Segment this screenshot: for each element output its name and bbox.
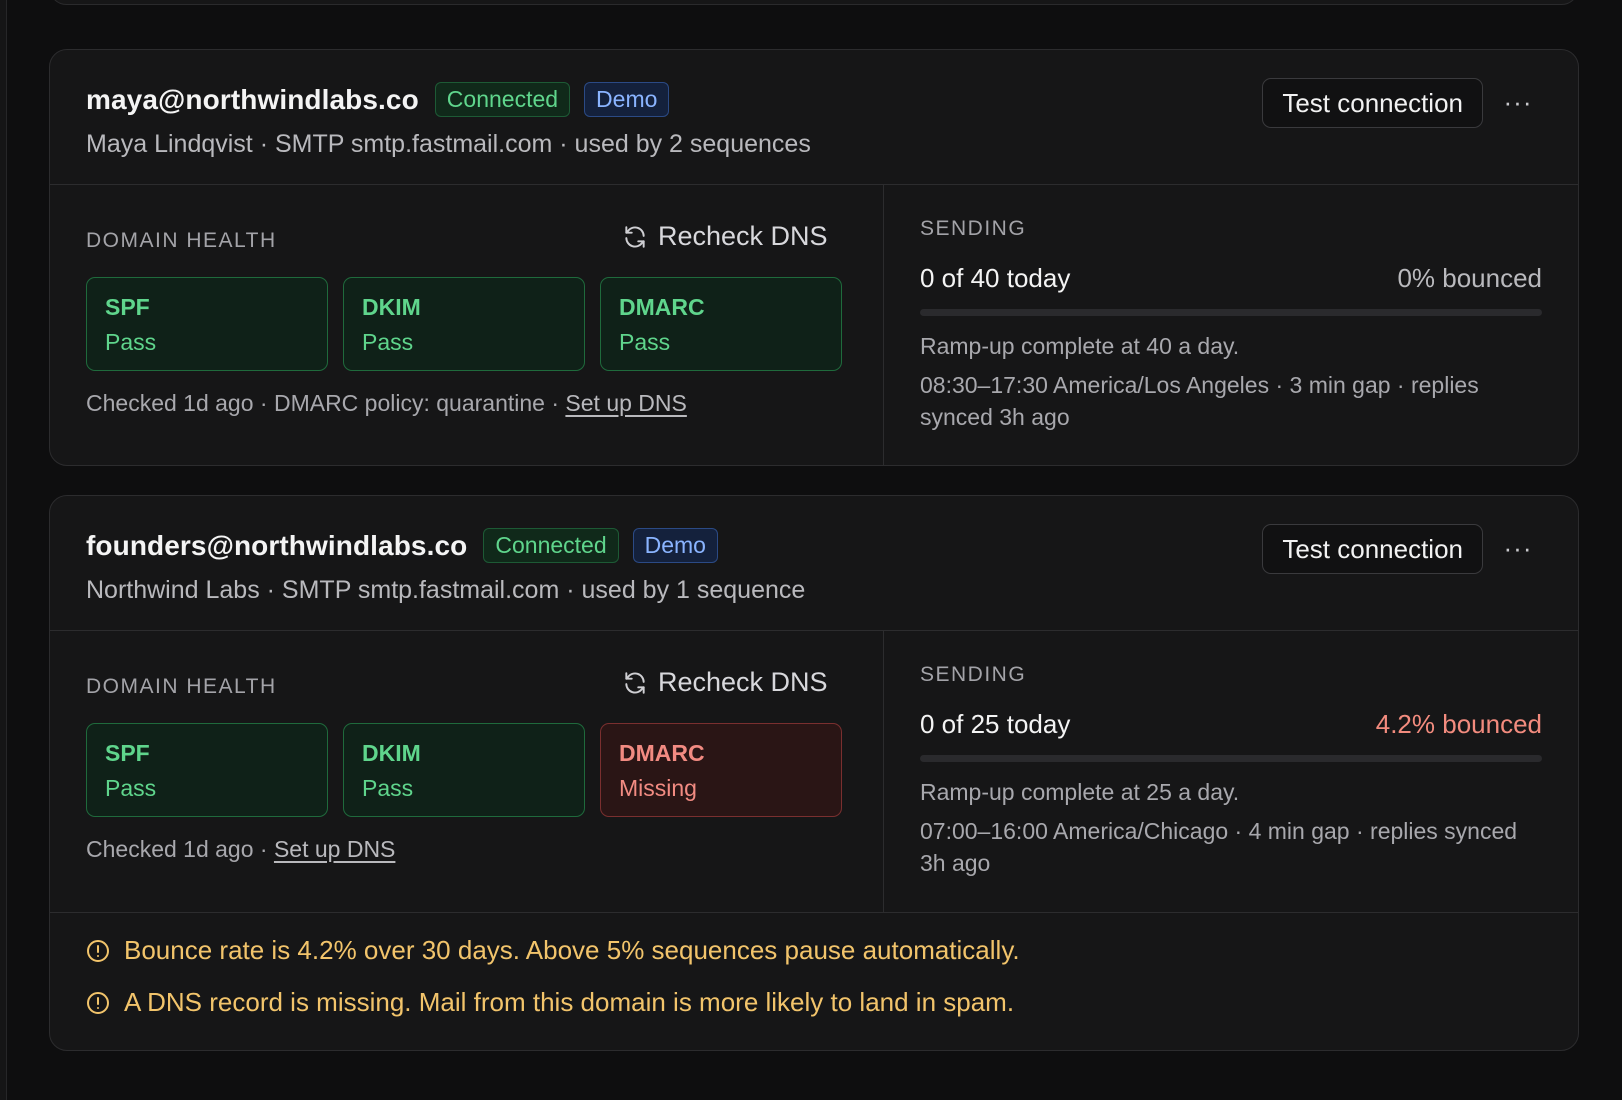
dns-record-name: SPF [105, 294, 150, 320]
dns-record-name: DKIM [362, 740, 421, 766]
bounce-rate: 4.2% bounced [1375, 709, 1542, 739]
dns-record-status: Pass [105, 329, 157, 355]
dns-record-name: DKIM [362, 294, 421, 320]
ramp-up-status: Ramp-up complete at 25 a day. [920, 779, 1240, 805]
recheck-dns-button[interactable]: Recheck DNS [622, 221, 828, 252]
column-divider [883, 631, 884, 912]
setup-dns-link[interactable]: Set up DNS [274, 836, 395, 862]
warning-dns-missing: A DNS record is missing. Mail from this … [86, 987, 1014, 1018]
dns-records: SPF Pass DKIM Pass DMARC Missing [86, 723, 857, 817]
more-options-icon[interactable]: ··· [1498, 84, 1538, 120]
dns-record-dkim: DKIM Pass [343, 277, 585, 371]
sending-count: 0 of 25 today [920, 709, 1071, 739]
domain-health-label: DOMAIN HEALTH [86, 229, 277, 252]
left-rail [0, 0, 7, 1100]
dns-record-status: Pass [619, 329, 671, 355]
refresh-icon [625, 225, 645, 248]
account-header: founders@northwindlabs.co Connected Demo… [50, 496, 1578, 631]
account-header: maya@northwindlabs.co Connected Demo May… [50, 50, 1578, 185]
connected-badge: Connected [483, 528, 619, 563]
previous-account-card [49, 0, 1579, 5]
sending-progress-bar [920, 309, 1542, 316]
sending-label: SENDING [920, 217, 1027, 240]
account-card: maya@northwindlabs.co Connected Demo May… [49, 49, 1579, 466]
bounce-rate: 0% bounced [1397, 263, 1542, 293]
alert-circle-icon [87, 991, 109, 1014]
dns-record-spf: SPF Pass [86, 277, 328, 371]
recheck-dns-label: Recheck DNS [658, 221, 828, 251]
dns-records: SPF Pass DKIM Pass DMARC Pass [86, 277, 857, 371]
account-body: DOMAIN HEALTH Recheck DNS SPF Pass DKIM … [50, 185, 1578, 465]
dns-record-dmarc: DMARC Missing [600, 723, 842, 817]
dns-record-spf: SPF Pass [86, 723, 328, 817]
sending-label: SENDING [920, 663, 1027, 686]
sending-schedule: 07:00–16:00 America/Chicago · 4 min gap … [920, 818, 1518, 876]
dns-record-status: Missing [619, 775, 697, 801]
dns-record-dmarc: DMARC Pass [600, 277, 842, 371]
refresh-icon [625, 671, 645, 694]
dns-checked-line: Checked 1d ago · DMARC policy: quarantin… [86, 390, 687, 417]
sending-schedule: 08:30–17:30 America/Los Angeles · 3 min … [920, 372, 1479, 430]
account-title-row: maya@northwindlabs.co Connected Demo [86, 82, 670, 117]
test-connection-button[interactable]: Test connection [1262, 78, 1483, 128]
warning-text: A DNS record is missing. Mail from this … [124, 987, 1015, 1017]
account-subline: Maya Lindqvist · SMTP smtp.fastmail.com … [86, 130, 811, 158]
dns-record-status: Pass [362, 329, 414, 355]
demo-badge: Demo [584, 82, 670, 117]
account-card: founders@northwindlabs.co Connected Demo… [49, 495, 1579, 1051]
dns-record-name: SPF [105, 740, 150, 766]
sending-progress-bar [920, 755, 1542, 762]
sending-count: 0 of 40 today [920, 263, 1071, 293]
dns-checked-line: Checked 1d ago · Set up DNS [86, 836, 395, 863]
account-title-row: founders@northwindlabs.co Connected Demo [86, 528, 718, 563]
dns-record-dkim: DKIM Pass [343, 723, 585, 817]
dns-record-status: Pass [105, 775, 157, 801]
warning-text: Bounce rate is 4.2% over 30 days. Above … [124, 935, 1020, 965]
dns-record-status: Pass [362, 775, 414, 801]
account-email: founders@northwindlabs.co [86, 529, 468, 561]
more-options-icon[interactable]: ··· [1498, 530, 1538, 566]
account-body: DOMAIN HEALTH Recheck DNS SPF Pass DKIM … [50, 631, 1578, 913]
dns-checked-text: Checked 1d ago · DMARC policy: quarantin… [86, 390, 566, 416]
account-email: maya@northwindlabs.co [86, 83, 419, 115]
setup-dns-link[interactable]: Set up DNS [565, 390, 686, 416]
ramp-up-status: Ramp-up complete at 40 a day. [920, 333, 1240, 359]
test-connection-button[interactable]: Test connection [1262, 524, 1483, 574]
recheck-dns-button[interactable]: Recheck DNS [622, 667, 828, 698]
account-subline: Northwind Labs · SMTP smtp.fastmail.com … [86, 576, 806, 604]
connected-badge: Connected [434, 82, 571, 117]
dns-record-name: DMARC [619, 294, 705, 320]
demo-badge: Demo [632, 528, 718, 563]
dns-checked-text: Checked 1d ago · [86, 836, 274, 862]
alert-circle-icon [87, 939, 109, 962]
recheck-dns-label: Recheck DNS [658, 667, 828, 697]
dns-record-name: DMARC [619, 740, 705, 766]
column-divider [883, 185, 884, 465]
domain-health-label: DOMAIN HEALTH [86, 675, 277, 698]
warning-bounce-rate: Bounce rate is 4.2% over 30 days. Above … [86, 935, 1020, 966]
